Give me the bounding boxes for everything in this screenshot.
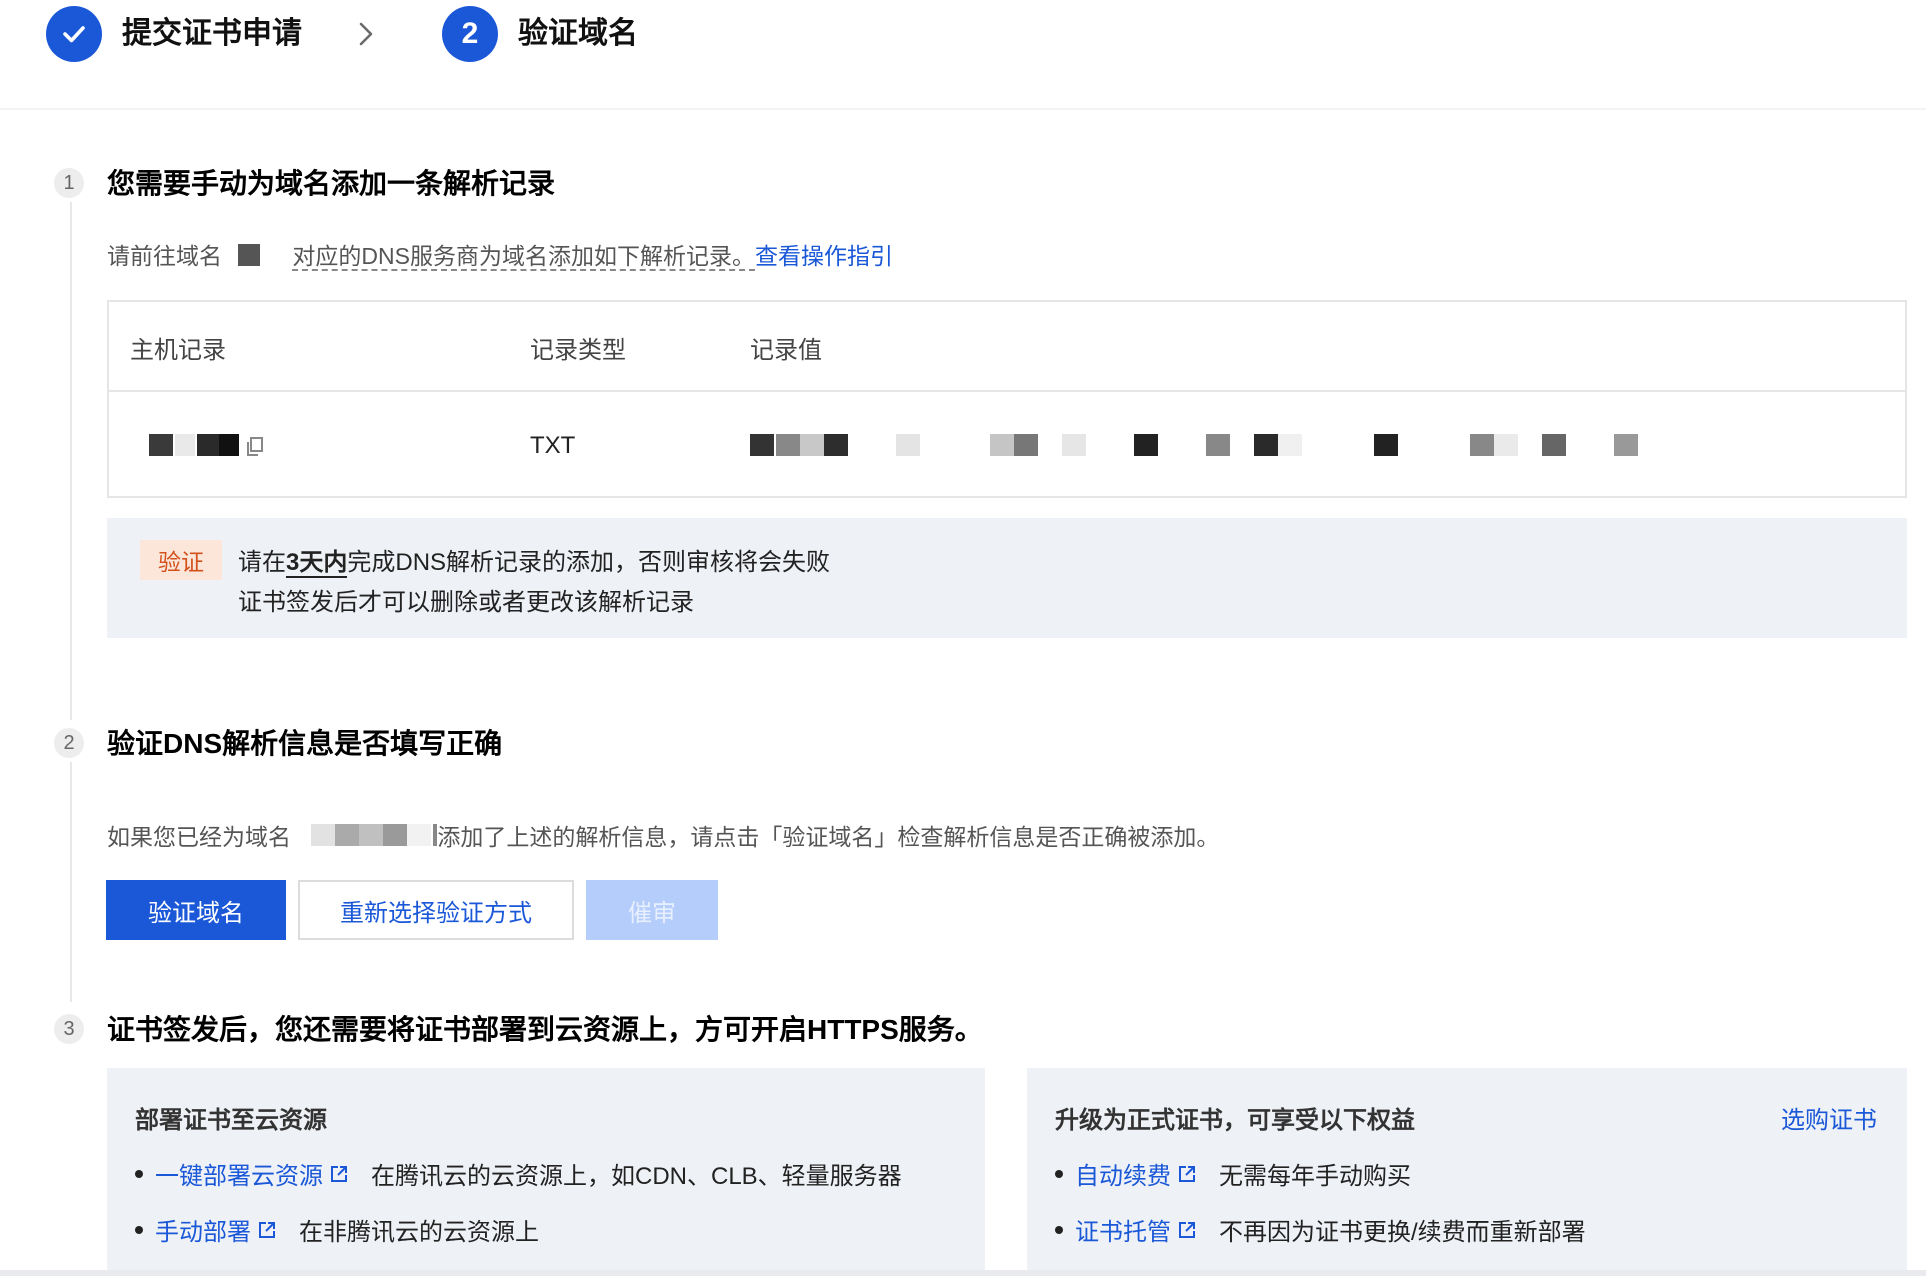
bullet — [1055, 1169, 1063, 1178]
one-click-deploy-desc: 在腾讯云的云资源上，如CDN、CLB、轻量服务器 — [371, 1163, 902, 1190]
external-link-icon[interactable] — [329, 1164, 349, 1184]
bottom-edge — [0, 1270, 1926, 1276]
stepper: 提交证书申请 2 验证域名 — [0, 0, 1926, 108]
desc2-suffix: 添加了上述的解析信息，请点击「验证域名」检查解析信息是否正确被添加。 — [437, 824, 1220, 850]
timeline-line-2 — [70, 762, 72, 1002]
step1-label: 提交证书申请 — [122, 17, 302, 50]
list-item: 自动续费 无需每年手动购买 — [1055, 1156, 1411, 1191]
copy-icon[interactable] — [245, 436, 265, 458]
bullet — [135, 1169, 143, 1178]
desc1-mid: 对应的DNS服务商为域名添加如下解析记录。 — [292, 243, 755, 271]
section2-description: 如果您已经为域名 添加了上述的解析信息，请点击「验证域名」检查解析信息是否正确被… — [107, 821, 1219, 853]
notice-line1-prefix: 请在 — [238, 549, 286, 576]
step-number-3: 3 — [54, 1014, 84, 1044]
col-value: 记录值 — [750, 337, 822, 364]
notice-line1-suffix: 完成DNS解析记录的添加，否则审核将会失败 — [347, 549, 831, 576]
verify-tag: 验证 — [140, 540, 222, 580]
chevron-right-icon — [359, 22, 373, 46]
step-number-2: 2 — [54, 728, 84, 758]
reselect-method-button[interactable]: 重新选择验证方式 — [298, 880, 574, 940]
auto-renew-link[interactable]: 自动续费 — [1075, 1156, 1171, 1191]
list-item: 一键部署云资源 在腾讯云的云资源上，如CDN、CLB、轻量服务器 — [135, 1156, 902, 1191]
desc1-prefix: 请前往域名 — [107, 243, 222, 269]
record-value-redacted — [750, 434, 1790, 458]
domain-redacted — [238, 243, 261, 266]
manual-deploy-desc: 在非腾讯云的云资源上 — [299, 1219, 539, 1246]
one-click-deploy-link[interactable]: 一键部署云资源 — [155, 1156, 323, 1191]
col-type: 记录类型 — [530, 337, 626, 364]
urge-review-button[interactable]: 催审 — [586, 880, 718, 940]
header-divider — [0, 108, 1926, 110]
dns-record-table: 主机记录 记录类型 记录值 TXT — [107, 300, 1907, 498]
notice-line-2: 证书签发后才可以删除或者更改该解析记录 — [238, 589, 694, 616]
deploy-card: 部署证书至云资源 一键部署云资源 在腾讯云的云资源上，如CDN、CLB、轻量服务… — [107, 1068, 985, 1276]
step1-check-icon — [46, 6, 102, 62]
auto-renew-desc: 无需每年手动购买 — [1219, 1163, 1411, 1190]
external-link-icon[interactable] — [1177, 1220, 1197, 1240]
step2-number: 2 — [442, 6, 498, 62]
cert-hosting-desc: 不再因为证书更换/续费而重新部署 — [1219, 1219, 1586, 1246]
notice-deadline: 3天内 — [286, 549, 348, 578]
list-item: 手动部署 在非腾讯云的云资源上 — [135, 1212, 539, 1247]
verify-notice: 验证 请在3天内完成DNS解析记录的添加，否则审核将会失败 证书签发后才可以删除… — [107, 518, 1907, 638]
record-type: TXT — [530, 432, 576, 459]
deploy-card-title: 部署证书至云资源 — [135, 1107, 327, 1134]
domain-redacted-2 — [311, 823, 438, 848]
section1-title: 您需要手动为域名添加一条解析记录 — [107, 168, 556, 199]
col-host: 主机记录 — [130, 337, 226, 364]
external-link-icon[interactable] — [257, 1220, 277, 1240]
external-link-icon[interactable] — [1177, 1164, 1197, 1184]
bullet — [135, 1225, 143, 1234]
bullet — [1055, 1225, 1063, 1234]
section2-title: 验证DNS解析信息是否填写正确 — [107, 728, 503, 759]
section3-title: 证书签发后，您还需要将证书部署到云资源上，方可开启HTTPS服务。 — [107, 1014, 983, 1045]
notice-line-1: 请在3天内完成DNS解析记录的添加，否则审核将会失败 — [238, 542, 831, 578]
upgrade-card-title: 升级为正式证书，可享受以下权益 — [1055, 1107, 1415, 1134]
table-header: 主机记录 记录类型 记录值 — [109, 302, 1905, 392]
timeline-line-1 — [70, 202, 72, 720]
verify-domain-button[interactable]: 验证域名 — [106, 880, 286, 940]
section1-description: 请前往域名 对应的DNS服务商为域名添加如下解析记录。查看操作指引 — [107, 240, 893, 272]
manual-deploy-link[interactable]: 手动部署 — [155, 1212, 251, 1247]
list-item: 证书托管 不再因为证书更换/续费而重新部署 — [1055, 1212, 1586, 1247]
buy-cert-link[interactable]: 选购证书 — [1781, 1100, 1877, 1135]
step2-label: 验证域名 — [518, 17, 638, 50]
step-number-1: 1 — [54, 168, 84, 198]
upgrade-card: 升级为正式证书，可享受以下权益 选购证书 自动续费 无需每年手动购买 证书托管 … — [1027, 1068, 1907, 1276]
cert-hosting-link[interactable]: 证书托管 — [1075, 1212, 1171, 1247]
desc2-prefix: 如果您已经为域名 — [107, 824, 291, 850]
guide-link[interactable]: 查看操作指引 — [755, 243, 893, 269]
